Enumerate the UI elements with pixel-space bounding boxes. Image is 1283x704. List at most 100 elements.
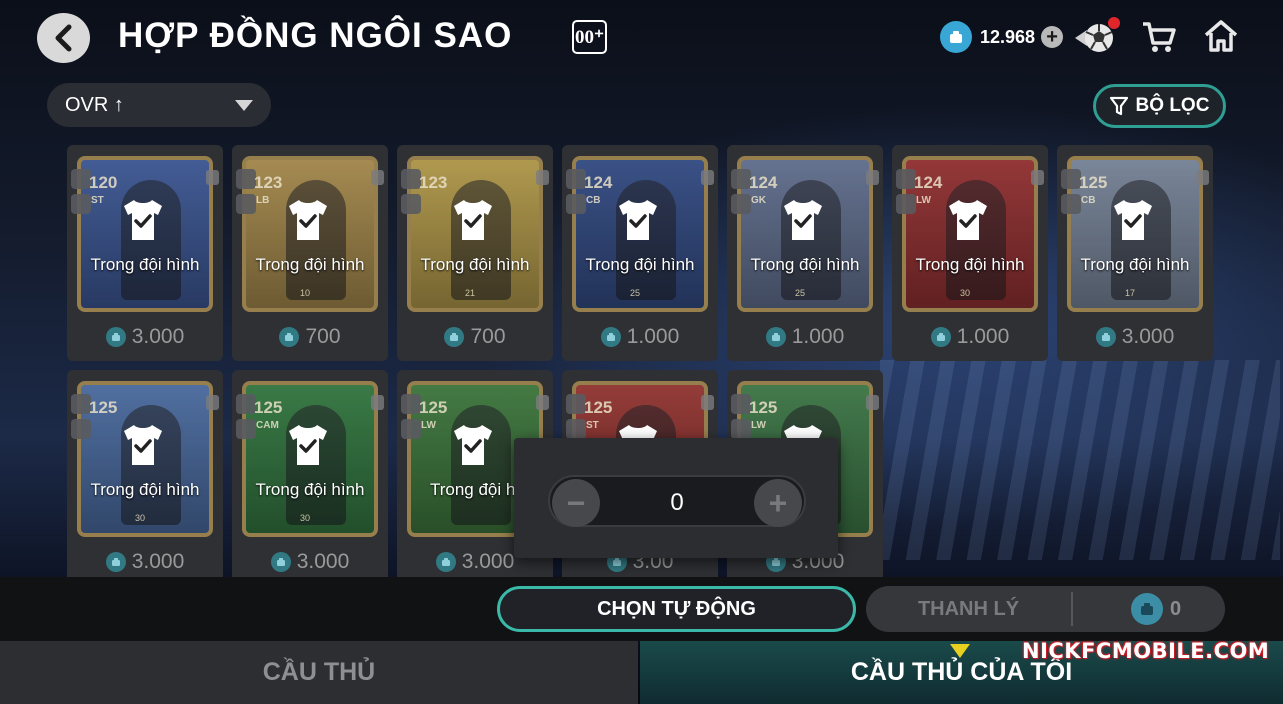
skill-badge-icon	[566, 194, 586, 214]
card-price: 1.000	[562, 325, 718, 349]
home-icon[interactable]	[1203, 18, 1239, 54]
player-card[interactable]: 125 CAM 30 Trong đội hình 3.000	[232, 370, 388, 586]
jersey-check-icon	[949, 200, 987, 240]
chevron-down-icon	[235, 100, 253, 111]
card-position: ST	[91, 195, 104, 206]
coin-icon	[279, 327, 300, 347]
increase-button[interactable]: +	[754, 479, 802, 527]
auto-select-button[interactable]: CHỌN TỰ ĐỘNG	[497, 586, 856, 632]
card-ovr: 124	[749, 173, 778, 192]
back-button[interactable]	[37, 13, 90, 63]
card-status: Trong đội hình	[90, 255, 200, 274]
jersey-check-icon	[289, 425, 327, 465]
card-price-value: 3.000	[296, 550, 350, 573]
card-price-value: 700	[470, 325, 506, 348]
team-badge-icon	[71, 169, 91, 189]
team-badge-icon	[566, 169, 586, 189]
card-price-value: 3.000	[131, 325, 185, 348]
player-card[interactable]: 125 30 Trong đội hình 3.000	[67, 370, 223, 586]
card-price: 700	[232, 325, 388, 349]
quantity-stepper: − 0 +	[548, 475, 806, 527]
player-card[interactable]: 124 GK 25 Trong đội hình 1.000	[727, 145, 883, 361]
team-badge-icon	[731, 169, 751, 189]
lock-icon	[1031, 170, 1044, 185]
sort-dropdown[interactable]: OVR ↑	[47, 83, 271, 127]
jersey-check-icon	[124, 425, 162, 465]
coin-icon	[930, 327, 951, 347]
card-status: Trong đội hình	[255, 480, 365, 499]
coin-icon	[270, 552, 291, 572]
card-position: LW	[421, 420, 436, 431]
card-ovr: 124	[914, 173, 943, 192]
coin-balance-value: 12.968	[980, 26, 1036, 47]
coin-icon	[444, 327, 465, 347]
card-status: Trong đội hình	[420, 255, 530, 274]
card-position: GK	[751, 195, 766, 206]
active-tab-marker	[950, 644, 970, 658]
lock-icon	[206, 395, 219, 410]
player-card[interactable]: 125 CB 17 Trong đội hình 3.000	[1057, 145, 1213, 361]
jersey-check-icon	[1114, 200, 1152, 240]
add-coin-button[interactable]: +	[1041, 26, 1064, 48]
lock-icon	[536, 395, 549, 410]
tab-players[interactable]: CẦU THỦ	[0, 641, 638, 704]
lock-icon	[866, 395, 879, 410]
card-price-value: 3.000	[131, 550, 185, 573]
card-position: ST	[586, 420, 599, 431]
coin-icon	[940, 21, 972, 53]
card-level: 10	[300, 288, 311, 298]
card-level: 21	[465, 288, 476, 298]
sell-button[interactable]: THANH LÝ 0	[866, 586, 1225, 632]
skill-badge-icon	[1061, 194, 1081, 214]
player-card[interactable]: 123 LB 10 Trong đội hình 700	[232, 145, 388, 361]
card-ovr: 120	[89, 173, 118, 192]
card-position: LB	[256, 195, 270, 206]
card-price: 3.000	[232, 550, 388, 574]
lock-icon	[701, 395, 714, 410]
card-price: 1.000	[892, 325, 1048, 349]
filter-button[interactable]: BỘ LỌC	[1093, 84, 1226, 128]
player-card[interactable]: 123 21 Trong đội hình 700	[397, 145, 553, 361]
team-badge-icon	[896, 169, 916, 189]
page-title: HỢP ĐỒNG NGÔI SAO	[118, 16, 513, 55]
filter-label: BỘ LỌC	[1135, 95, 1210, 116]
cart-icon[interactable]	[1141, 19, 1177, 55]
card-price-value: 1.000	[791, 325, 845, 348]
jersey-check-icon	[454, 425, 492, 465]
lock-icon	[371, 395, 384, 410]
card-level: 30	[300, 513, 311, 523]
card-position: LW	[751, 420, 766, 431]
card-price-value: 1.000	[626, 325, 680, 348]
background-stripes	[880, 360, 1280, 560]
jersey-check-icon	[289, 200, 327, 240]
card-price: 1.000	[727, 325, 883, 349]
card-price-value: 700	[305, 325, 341, 348]
player-card[interactable]: 124 LW 30 Trong đội hình 1.000	[892, 145, 1048, 361]
card-status: Trong đội hình	[1080, 255, 1190, 274]
card-status: Trong đội hình	[90, 480, 200, 499]
jersey-check-icon	[454, 200, 492, 240]
player-card[interactable]: 120 ST Trong đội hình 3.000	[67, 145, 223, 361]
coin-icon	[600, 327, 621, 347]
sell-label: THANH LÝ	[917, 597, 1020, 620]
filter-icon	[1109, 96, 1128, 116]
card-level: 17	[1125, 288, 1136, 298]
card-ovr: 125	[584, 398, 613, 417]
skill-badge-icon	[731, 419, 751, 439]
team-badge-icon	[401, 169, 421, 189]
skill-badge-icon	[236, 194, 256, 214]
sort-label: OVR ↑	[65, 93, 124, 116]
lock-icon	[206, 170, 219, 185]
coin-icon	[1095, 327, 1116, 347]
player-card[interactable]: 124 CB 25 Trong đội hình 1.000	[562, 145, 718, 361]
skill-badge-icon	[401, 419, 421, 439]
card-status: Trong đội hình	[585, 255, 695, 274]
skill-badge-icon	[896, 194, 916, 214]
card-ovr: 123	[254, 173, 283, 192]
coin-icon	[435, 552, 456, 572]
quantity-popup: − 0 +	[514, 438, 838, 558]
card-ovr: 124	[584, 173, 613, 192]
sell-count: 0	[1170, 597, 1182, 620]
card-level: 25	[630, 288, 641, 298]
card-ovr: 125	[254, 398, 283, 417]
